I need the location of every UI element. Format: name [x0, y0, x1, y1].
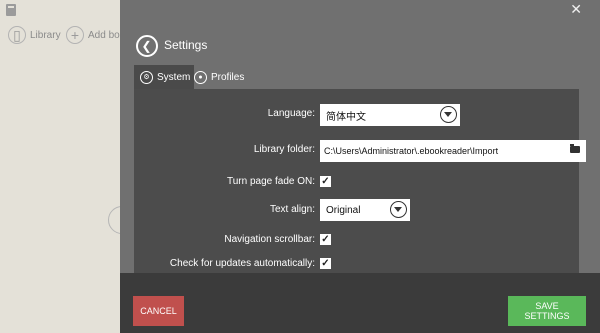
- chevron-down-icon: [440, 106, 457, 123]
- user-icon: ●: [194, 70, 207, 84]
- turn-page-fade-checkbox[interactable]: ✓: [320, 176, 331, 187]
- library-button[interactable]: ▯ Library: [8, 26, 61, 44]
- navigation-scrollbar-checkbox[interactable]: ✓: [320, 234, 331, 245]
- library-icon: ▯: [8, 26, 26, 44]
- arrow-left-icon: ❮: [141, 39, 152, 53]
- app-icon: [6, 4, 16, 16]
- text-align-label: Text align:: [269, 204, 315, 215]
- back-button[interactable]: ❮: [136, 35, 158, 57]
- text-align-select[interactable]: Original: [320, 199, 410, 221]
- language-value: 简体中文: [326, 111, 366, 123]
- tab-label: System: [157, 71, 191, 83]
- plus-icon: +: [66, 26, 84, 44]
- chevron-down-icon: [390, 201, 407, 218]
- tab-profiles[interactable]: ● Profiles: [194, 65, 244, 89]
- save-settings-button[interactable]: SAVE SETTINGS: [508, 296, 586, 326]
- library-folder-row: Library folder: C:\Users\Administrator\.…: [134, 140, 586, 162]
- add-book-button[interactable]: + Add boo: [66, 26, 125, 44]
- folder-icon[interactable]: [570, 144, 580, 153]
- close-icon[interactable]: ✕: [570, 2, 582, 16]
- settings-content: Language: 简体中文 Library folder: C:\Users\…: [134, 89, 586, 275]
- navigation-scrollbar-row: Navigation scrollbar: ✓: [134, 231, 579, 251]
- cog-icon: ⚙: [140, 70, 153, 84]
- turn-page-fade-row: Turn page fade ON: ✓: [134, 173, 579, 193]
- tab-label: Profiles: [211, 71, 245, 83]
- settings-panel: ✕ ❮ Settings ⚙ System ● Profiles Languag…: [120, 0, 600, 333]
- library-folder-value: C:\Users\Administrator\.ebookreader\Impo…: [324, 146, 499, 156]
- turn-page-fade-label: Turn page fade ON:: [226, 176, 315, 187]
- page-title: Settings: [164, 38, 208, 52]
- library-folder-input[interactable]: C:\Users\Administrator\.ebookreader\Impo…: [320, 140, 586, 162]
- language-select[interactable]: 简体中文: [320, 104, 460, 126]
- text-align-row: Text align: Original: [134, 199, 579, 221]
- library-folder-label: Library folder:: [253, 144, 315, 155]
- check-updates-row: Check for updates automatically: ✓: [134, 255, 579, 275]
- navigation-scrollbar-label: Navigation scrollbar:: [224, 234, 315, 245]
- text-align-value: Original: [326, 204, 361, 216]
- language-row: Language: 简体中文: [134, 104, 579, 126]
- check-updates-checkbox[interactable]: ✓: [320, 258, 331, 269]
- check-updates-label: Check for updates automatically:: [169, 258, 315, 269]
- language-label: Language:: [267, 108, 315, 119]
- library-label: Library: [30, 29, 61, 41]
- cancel-button[interactable]: CANCEL: [133, 296, 184, 326]
- footer-bar: CANCEL SAVE SETTINGS: [120, 273, 600, 333]
- tab-system[interactable]: ⚙ System: [134, 65, 194, 89]
